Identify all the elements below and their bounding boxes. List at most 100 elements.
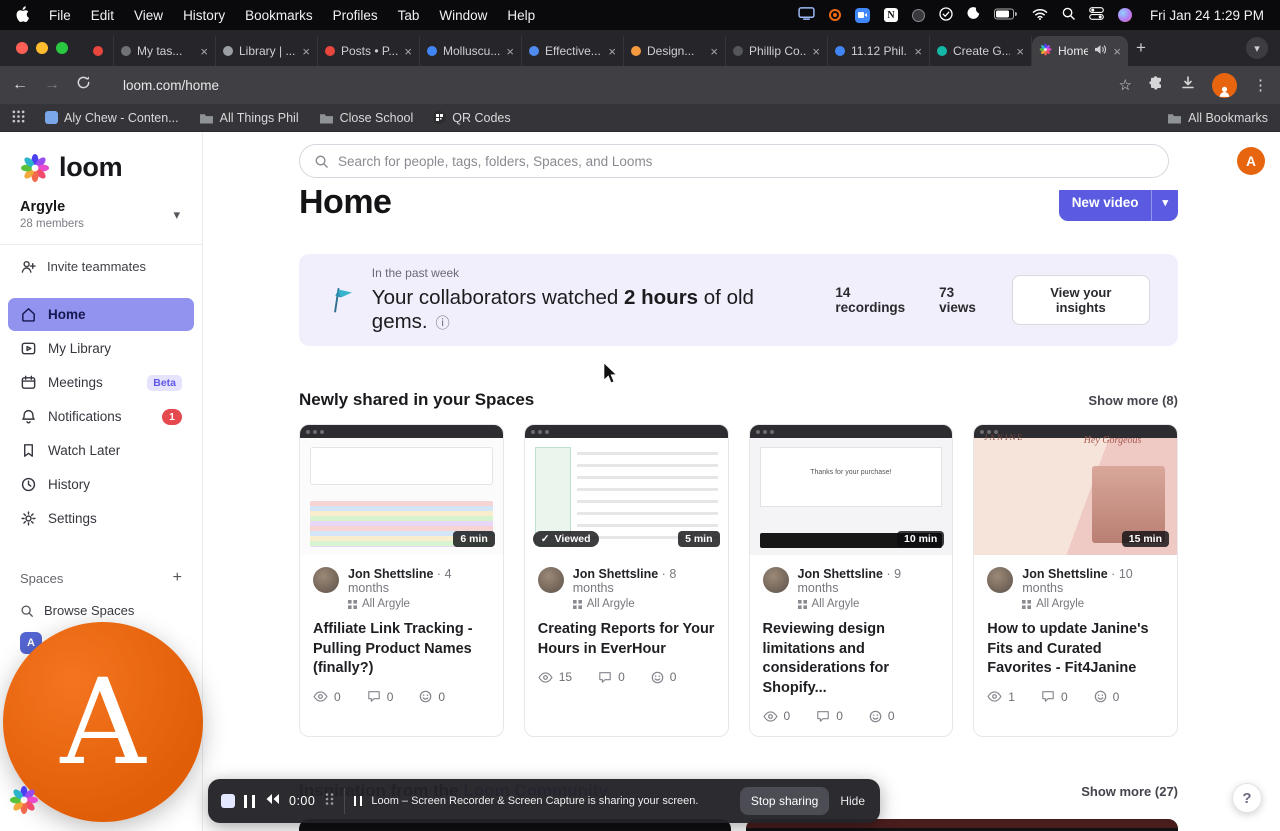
wifi-icon[interactable] (1032, 8, 1048, 23)
downloads-icon[interactable] (1180, 75, 1196, 96)
pinned-tab[interactable] (82, 36, 114, 66)
bookmark-folder[interactable]: Close School (319, 111, 413, 125)
sidebar-item-watch-later[interactable]: Watch Later (8, 434, 194, 467)
apple-menu-icon[interactable] (16, 5, 29, 25)
search-bar[interactable] (299, 144, 1169, 178)
video-card[interactable]: JANINE Hey Gorgeous 15 min Jon Shettslin… (973, 424, 1178, 738)
sidebar-item-my-library[interactable]: My Library (8, 332, 194, 365)
space-name[interactable]: All Argyle (587, 598, 635, 610)
menubar-item-profiles[interactable]: Profiles (333, 8, 378, 23)
dnd-moon-icon[interactable] (967, 7, 980, 23)
sidebar-item-history[interactable]: History (8, 468, 194, 501)
show-more-link[interactable]: Show more (8) (1088, 393, 1178, 408)
tab-audio-icon[interactable] (1094, 44, 1107, 58)
tab-close-icon[interactable]: × (506, 44, 514, 59)
author-avatar[interactable] (537, 567, 564, 593)
video-thumbnail[interactable]: ✓ Viewed 5 min (524, 425, 728, 555)
pause-recording-button[interactable] (244, 794, 255, 808)
tab-close-icon[interactable]: × (302, 44, 310, 59)
menubar-item-history[interactable]: History (183, 8, 225, 23)
browser-tab[interactable]: My tas... × (114, 36, 216, 66)
video-title[interactable]: Creating Reports for Your Hours in EverH… (538, 620, 715, 659)
space-name[interactable]: All Argyle (362, 598, 410, 610)
sidebar-item-settings[interactable]: Settings (8, 502, 194, 535)
stop-recording-button[interactable] (221, 794, 235, 808)
tab-close-icon[interactable]: × (812, 44, 820, 59)
menubar-item-help[interactable]: Help (507, 8, 535, 23)
tab-close-icon[interactable]: × (608, 44, 616, 59)
tab-close-icon[interactable]: × (914, 44, 922, 59)
show-more-link[interactable]: Show more (27) (1081, 784, 1178, 799)
loom-logo[interactable]: loom (0, 132, 202, 195)
drag-handle[interactable] (324, 792, 335, 811)
forward-button[interactable]: → (44, 76, 60, 94)
info-icon[interactable]: ⓘ (436, 315, 450, 331)
chrome-menu-icon[interactable]: ⋮ (1253, 76, 1268, 94)
control-center-icon[interactable] (1089, 7, 1104, 23)
browser-tab[interactable]: Library | ... × (216, 36, 318, 66)
menubar-item-edit[interactable]: Edit (91, 8, 114, 23)
back-button[interactable]: ← (12, 76, 28, 94)
notion-menubar-icon[interactable]: N (883, 8, 898, 22)
video-title[interactable]: How to update Janine's Fits and Curated … (987, 620, 1164, 679)
video-thumbnail[interactable]: Thanks for your purchase! 10 min (749, 425, 953, 555)
video-thumbnail[interactable]: JANINE Hey Gorgeous 15 min (974, 425, 1177, 555)
menubar-item-bookmarks[interactable]: Bookmarks (245, 8, 313, 23)
workspace-switcher[interactable]: Argyle 28 members ▾ (0, 195, 202, 244)
menubar-item-window[interactable]: Window (439, 8, 487, 23)
bookmark-item[interactable]: QR Codes (433, 111, 511, 125)
video-card[interactable]: Thanks for your purchase! 10 min Jon She… (748, 424, 954, 738)
siri-icon[interactable] (1117, 8, 1132, 22)
tab-close-icon[interactable]: × (1113, 44, 1121, 59)
minimize-window-button[interactable] (36, 42, 48, 54)
camera-lens-icon[interactable] (911, 8, 925, 22)
author-name[interactable]: Jon Shettsline (348, 567, 433, 581)
menubar-item-view[interactable]: View (134, 8, 163, 23)
tab-close-icon[interactable]: × (710, 44, 718, 59)
new-video-button[interactable]: New video ▾ (1058, 190, 1178, 221)
check-circle-icon[interactable] (939, 6, 953, 24)
author-name[interactable]: Jon Shettsline (798, 567, 883, 581)
extensions-icon[interactable] (1148, 75, 1164, 96)
battery-icon[interactable] (993, 8, 1018, 23)
sidebar-item-home[interactable]: Home (8, 298, 194, 331)
tab-close-icon[interactable]: × (1016, 44, 1024, 59)
help-button[interactable]: ? (1232, 783, 1262, 813)
video-card[interactable]: 6 min Jon Shettsline · 4 months All Argy… (299, 424, 504, 738)
browser-tab[interactable]: Phillip Co... × (726, 36, 828, 66)
menubar-item-tab[interactable]: Tab (398, 8, 420, 23)
recording-indicator-icon[interactable] (828, 9, 841, 21)
add-space-button[interactable]: + (173, 569, 182, 587)
author-name[interactable]: Jon Shettsline (573, 567, 658, 581)
restart-recording-button[interactable] (264, 792, 280, 810)
stop-sharing-button[interactable]: Stop sharing (739, 787, 830, 815)
tab-close-icon[interactable]: × (200, 44, 208, 59)
address-bar[interactable]: loom.com/home (123, 78, 1103, 93)
author-avatar[interactable] (987, 567, 1014, 593)
view-insights-button[interactable]: View your insights (1011, 275, 1150, 325)
loom-extension-button[interactable] (9, 785, 39, 820)
video-thumbnail[interactable]: 6 min (300, 425, 503, 555)
search-input[interactable] (338, 153, 1154, 169)
video-card[interactable]: ✓ Viewed 5 min Jon Shettsline · 8 months … (523, 424, 729, 738)
browser-tab[interactable]: Create G... × (930, 36, 1032, 66)
browser-tab[interactable]: 11.12 Phil... × (828, 36, 930, 66)
menubar-item-file[interactable]: File (49, 8, 71, 23)
spotlight-search-icon[interactable] (1062, 7, 1075, 23)
page-scroll-area[interactable]: Home New video ▾ In the past week Your c… (203, 190, 1280, 831)
screen-mirroring-icon[interactable] (798, 7, 815, 23)
maximize-window-button[interactable] (56, 42, 68, 54)
sidebar-item-meetings[interactable]: Meetings Beta (8, 366, 194, 399)
reload-button[interactable] (76, 75, 91, 95)
profile-avatar[interactable] (1212, 72, 1237, 98)
space-name[interactable]: All Argyle (1036, 598, 1084, 610)
browser-tab[interactable]: Posts • P... × (318, 36, 420, 66)
menubar-clock[interactable]: Fri Jan 24 1:29 PM (1150, 8, 1264, 23)
author-avatar[interactable] (313, 567, 339, 593)
zoom-menubar-icon[interactable] (854, 7, 870, 23)
author-name[interactable]: Jon Shettsline (1022, 567, 1107, 581)
invite-teammates-button[interactable]: Invite teammates (0, 244, 202, 288)
new-tab-button[interactable]: + (1128, 35, 1154, 61)
hide-button[interactable]: Hide (838, 794, 867, 808)
space-name[interactable]: All Argyle (812, 598, 860, 610)
